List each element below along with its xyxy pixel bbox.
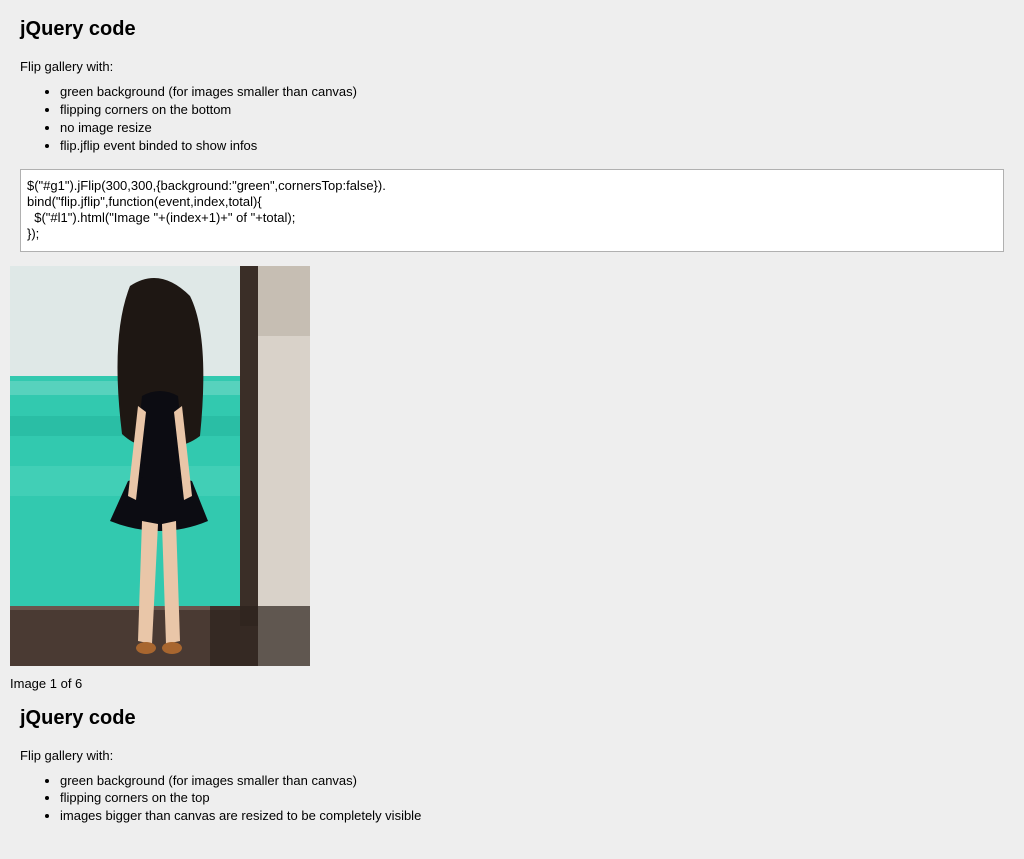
list-item: green background (for images smaller tha…	[60, 773, 1004, 790]
section1-heading: jQuery code	[20, 18, 1004, 41]
section2-intro: Flip gallery with:	[20, 748, 1004, 763]
flip-gallery[interactable]	[10, 266, 310, 666]
section2-bullet-list: green background (for images smaller tha…	[20, 773, 1004, 826]
gallery-status: Image 1 of 6	[10, 676, 1004, 691]
list-item: flipping corners on the top	[60, 790, 1004, 807]
list-item: images bigger than canvas are resized to…	[60, 808, 1004, 825]
list-item: green background (for images smaller tha…	[60, 84, 1004, 101]
section1-intro: Flip gallery with:	[20, 59, 1004, 74]
list-item: flipping corners on the bottom	[60, 102, 1004, 119]
section1-bullet-list: green background (for images smaller tha…	[20, 84, 1004, 155]
section2-heading: jQuery code	[20, 707, 1004, 730]
list-item: flip.jflip event binded to show infos	[60, 138, 1004, 155]
list-item: no image resize	[60, 120, 1004, 137]
gallery-image	[10, 266, 310, 666]
code-block-1: $("#g1").jFlip(300,300,{background:"gree…	[20, 169, 1004, 252]
